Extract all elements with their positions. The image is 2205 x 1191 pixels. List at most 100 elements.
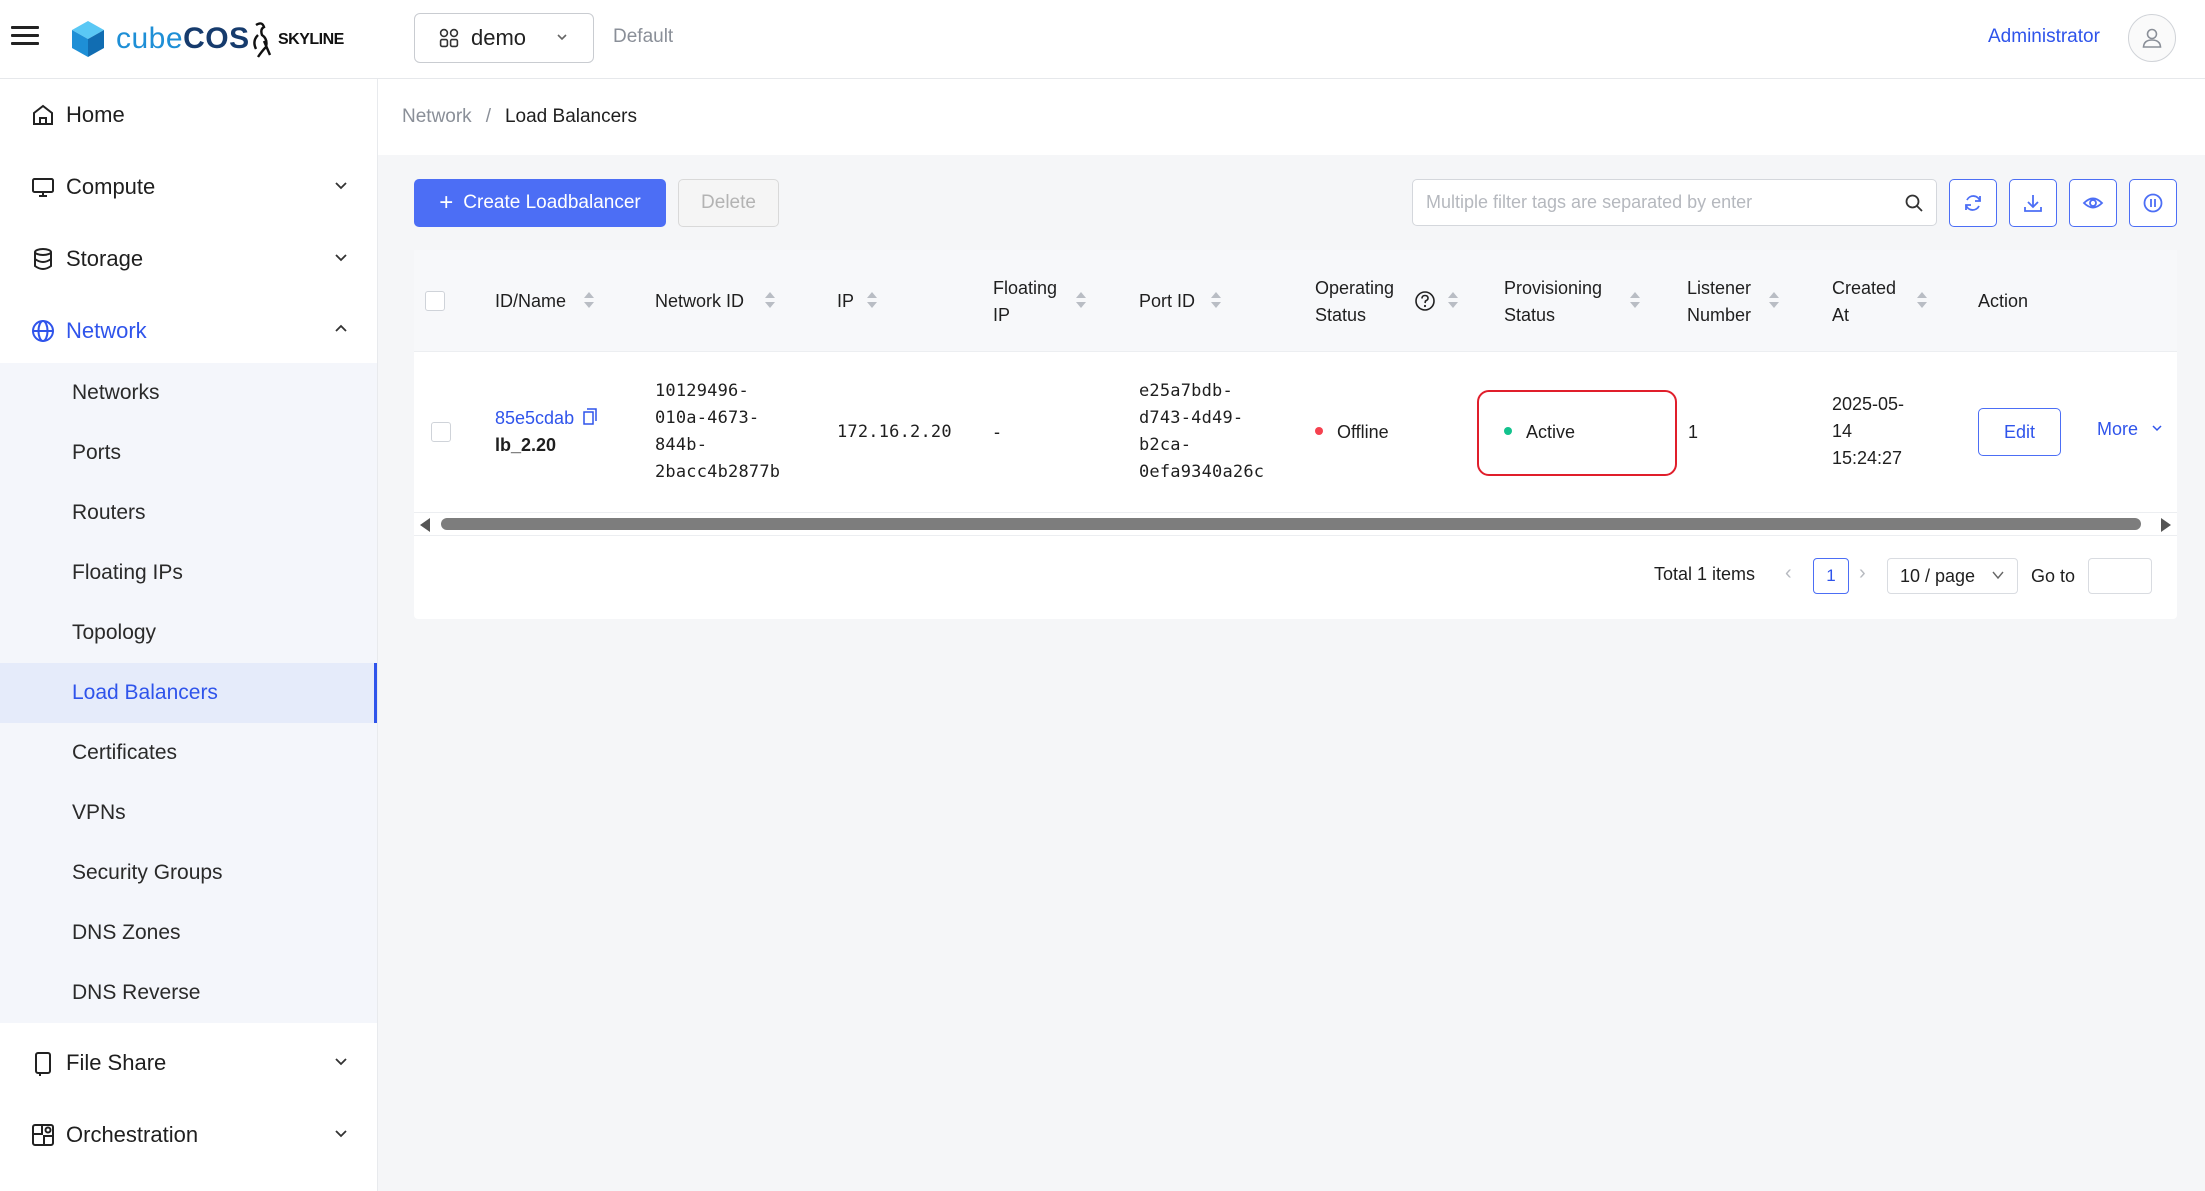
sidebar-item-load-balancers[interactable]: Load Balancers (0, 663, 377, 723)
project-selector[interactable]: demo (414, 13, 594, 63)
breadcrumb: Network / Load Balancers (378, 79, 2205, 155)
breadcrumb-parent[interactable]: Network (402, 106, 472, 128)
globe-icon (32, 320, 54, 342)
top-header: cubeCOS SKYLINE demo Default Administrat… (0, 0, 2205, 79)
table-header: ID/Name Network ID IP Floating IP Port ID… (414, 250, 2177, 352)
col-floating-ip[interactable]: Floating IP (993, 275, 1057, 329)
sidebar-item-compute[interactable]: Compute (0, 151, 377, 223)
project-name: demo (471, 25, 527, 50)
user-menu-link[interactable]: Administrator (1988, 26, 2100, 48)
database-icon (34, 248, 52, 270)
pagination-total: Total 1 items (1654, 564, 1756, 584)
col-operating-status[interactable]: Operating Status (1315, 275, 1394, 329)
sort-icon[interactable] (1075, 291, 1087, 311)
user-avatar[interactable] (2128, 14, 2176, 62)
network-submenu: Networks Ports Routers Floating IPs Topo… (0, 363, 377, 1023)
copy-icon[interactable] (583, 408, 597, 426)
pause-refresh-button[interactable] (2129, 179, 2177, 227)
goto-label: Go to (2031, 566, 2076, 586)
sidebar-item-label: Storage (66, 246, 144, 271)
row-checkbox[interactable] (431, 422, 451, 442)
page-number-current[interactable]: 1 (1813, 558, 1849, 594)
brand-logo[interactable]: cubeCOS (70, 18, 250, 60)
operating-status-cell: Offline (1315, 419, 1389, 446)
more-actions-dropdown[interactable]: More (2097, 419, 2163, 440)
listener-number-cell: 1 (1688, 422, 1699, 442)
col-provisioning-status[interactable]: Provisioning Status (1504, 275, 1602, 329)
sidebar-item-networks[interactable]: Networks (0, 363, 377, 423)
sort-icon[interactable] (866, 291, 878, 311)
breadcrumb-current: Load Balancers (504, 106, 638, 127)
sort-icon[interactable] (1629, 291, 1641, 311)
column-visibility-button[interactable] (2069, 179, 2117, 227)
user-icon (2142, 28, 2162, 48)
file-share-icon (35, 1052, 51, 1076)
skyline-logo: SKYLINE (248, 20, 344, 60)
sidebar-item-label: File Share (66, 1050, 167, 1075)
scroll-left-arrow-icon[interactable] (420, 518, 430, 532)
page-size-select[interactable]: 10 / page (1887, 558, 2018, 594)
sidebar-item-label: Network (66, 318, 147, 343)
sort-icon[interactable] (1768, 291, 1780, 311)
create-loadbalancer-label: Create Loadbalancer (463, 192, 641, 213)
network-id-cell: 10129496- 010a-4673- 844b- 2bacc4b2877b (655, 381, 781, 482)
sidebar-item-floating-ips[interactable]: Floating IPs (0, 543, 377, 603)
search-placeholder: Multiple filter tags are separated by en… (1426, 192, 1753, 212)
sidebar-item-ports[interactable]: Ports (0, 423, 377, 483)
sidebar-item-certificates[interactable]: Certificates (0, 723, 377, 783)
scroll-right-arrow-icon[interactable] (2161, 518, 2171, 532)
eye-icon (2082, 197, 2104, 209)
sidebar-item-home[interactable]: Home (0, 79, 377, 151)
brand-prefix: cube (116, 22, 184, 55)
select-all-checkbox[interactable] (425, 291, 445, 311)
chevron-down-icon (335, 1130, 347, 1138)
edit-button[interactable]: Edit (1978, 408, 2061, 456)
sidebar-item-file-share[interactable]: File Share (0, 1027, 377, 1099)
scrollbar-thumb[interactable] (441, 518, 2141, 530)
refresh-button[interactable] (1949, 179, 1997, 227)
chevron-down-icon (335, 254, 347, 262)
hamburger-icon[interactable] (8, 22, 42, 52)
sidebar-item-storage[interactable]: Storage (0, 223, 377, 295)
col-port-id[interactable]: Port ID (1139, 288, 1195, 315)
search-icon[interactable] (1904, 193, 1924, 213)
horizontal-scrollbar[interactable] (414, 512, 2177, 536)
sidebar-item-orchestration[interactable]: Orchestration (0, 1099, 377, 1171)
sidebar-item-network[interactable]: Network (0, 295, 377, 367)
sort-icon[interactable] (583, 291, 595, 311)
sidebar-item-dns-reverse[interactable]: DNS Reverse (0, 963, 377, 1023)
download-button[interactable] (2009, 179, 2057, 227)
sidebar-item-dns-zones[interactable]: DNS Zones (0, 903, 377, 963)
col-network-id[interactable]: Network ID (655, 288, 744, 315)
sidebar-item-topology[interactable]: Topology (0, 603, 377, 663)
col-ip[interactable]: IP (837, 288, 854, 315)
col-created-at[interactable]: Created At (1832, 275, 1896, 329)
orchestration-icon (32, 1124, 54, 1146)
sort-icon[interactable] (1916, 291, 1928, 311)
chevron-down-icon (557, 34, 567, 41)
home-icon (33, 104, 53, 125)
chevron-down-icon (1992, 571, 2004, 580)
filter-search-input[interactable]: Multiple filter tags are separated by en… (1412, 179, 1937, 226)
plus-icon: + (439, 189, 454, 216)
sort-icon[interactable] (1210, 291, 1222, 311)
sort-icon[interactable] (764, 291, 776, 311)
help-icon[interactable] (1414, 290, 1436, 312)
sidebar-item-vpns[interactable]: VPNs (0, 783, 377, 843)
goto-page-input[interactable] (2088, 558, 2152, 594)
lb-id-link[interactable]: 85e5cdab (495, 405, 597, 432)
prev-page-icon[interactable]: ‹ (1785, 562, 1792, 585)
offline-status-dot (1315, 427, 1323, 436)
sidebar-item-routers[interactable]: Routers (0, 483, 377, 543)
sort-icon[interactable] (1447, 291, 1459, 311)
floating-ip-cell: - (994, 422, 1000, 442)
create-loadbalancer-button[interactable]: + Create Loadbalancer (414, 179, 666, 227)
sidebar-item-security-groups[interactable]: Security Groups (0, 843, 377, 903)
port-id-cell: e25a7bdb- d743-4d49- b2ca- 0efa9340a26c (1139, 381, 1265, 482)
refresh-icon (1965, 195, 1981, 211)
next-page-icon[interactable]: › (1859, 562, 1866, 585)
col-id-name[interactable]: ID/Name (495, 288, 566, 315)
col-listener-number[interactable]: Listener Number (1687, 275, 1751, 329)
delete-button[interactable]: Delete (678, 179, 779, 227)
ip-cell: 172.16.2.20 (837, 422, 952, 442)
